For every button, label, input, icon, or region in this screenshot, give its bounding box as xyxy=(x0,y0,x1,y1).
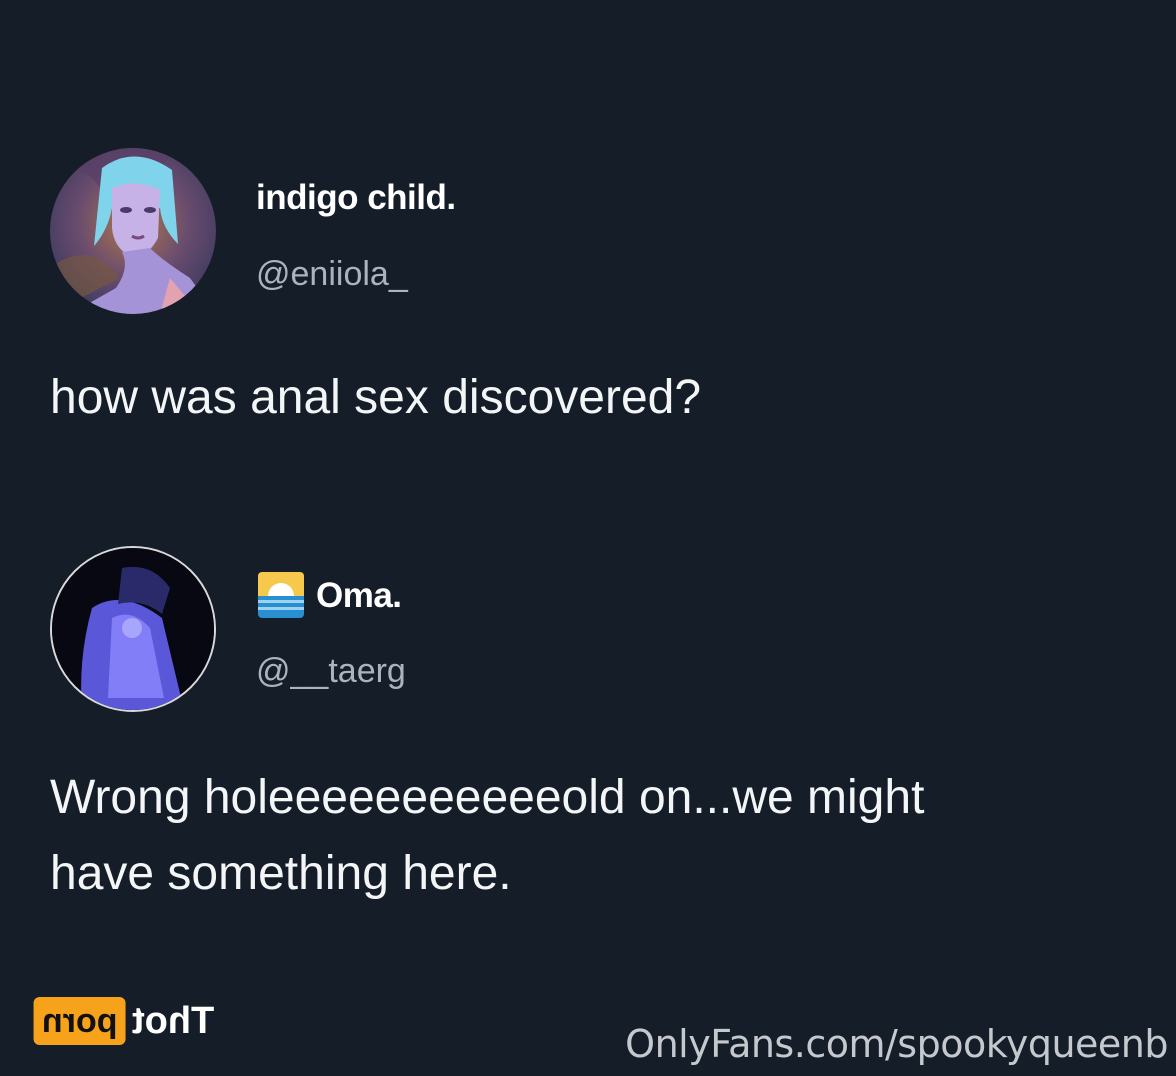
tweet-text-line: how was anal sex discovered? xyxy=(50,371,702,424)
watermark-logo-box: porn xyxy=(34,997,126,1045)
avatar[interactable] xyxy=(50,546,216,712)
tweet-text-line: Wrong holeeeeeeeeeeeold on...we might xyxy=(50,771,925,824)
tweet-text: how was anal sex discovered? xyxy=(50,360,701,436)
display-name[interactable]: Oma. xyxy=(316,576,402,616)
handle[interactable]: @eniiola_ xyxy=(256,255,408,294)
display-name[interactable]: indigo child. xyxy=(256,178,456,218)
avatar-illustration xyxy=(50,148,216,314)
tweet-text: Wrong holeeeeeeeeeeeold on...we might ha… xyxy=(50,760,924,912)
watermark-url: OnlyFans.com/spookyqueenb xyxy=(625,1022,1168,1066)
sunrise-emoji-icon xyxy=(258,572,304,618)
watermark-logo-text: Thot xyxy=(131,999,214,1042)
avatar-photo xyxy=(52,548,214,710)
avatar[interactable] xyxy=(50,148,216,314)
handle[interactable]: @__taerg xyxy=(256,652,406,691)
watermark-logo: porn Thot xyxy=(34,996,214,1046)
tweet-text-line: have something here. xyxy=(50,847,512,900)
